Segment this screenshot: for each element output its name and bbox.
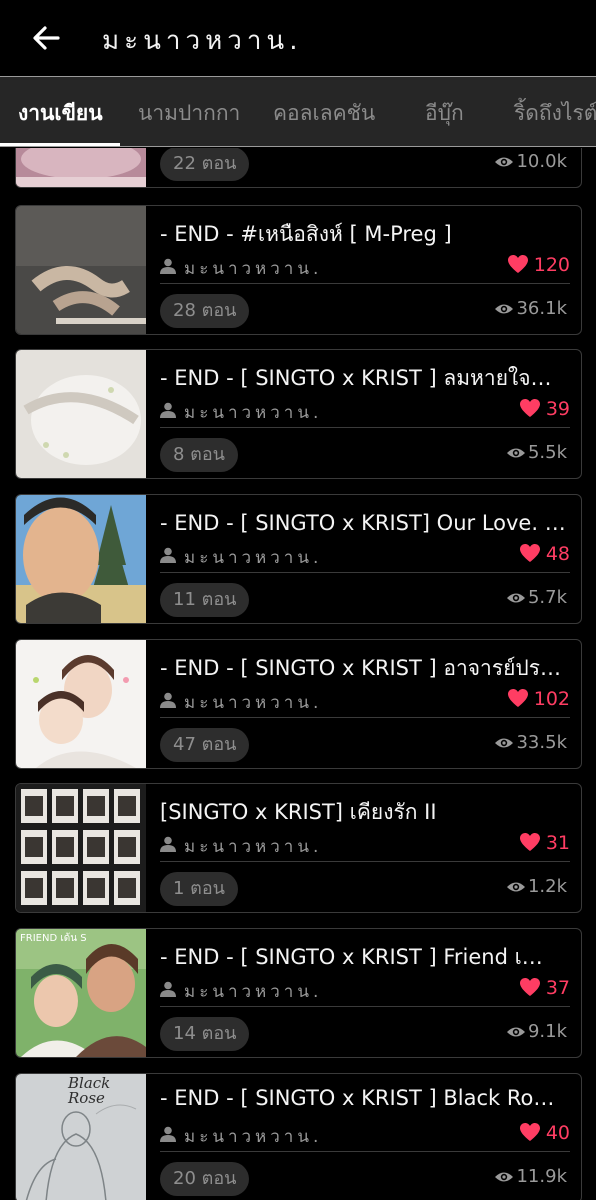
story-title[interactable]: - END - [ SINGTO x KRIST ] ลมหายใจ… <box>160 362 570 395</box>
author-row: มะนาวหวาน. 102 <box>160 688 570 718</box>
story-cover[interactable] <box>16 784 146 912</box>
top-bar: มะนาวหวาน. <box>0 0 596 76</box>
story-cover[interactable] <box>16 206 146 334</box>
story-title[interactable]: - END - [ SINGTO x KRIST ] Black Ro… <box>160 1086 570 1110</box>
user-icon <box>160 836 176 852</box>
like-count: 37 <box>519 977 570 999</box>
view-count: 11.9k <box>494 1166 567 1187</box>
view-count: 36.1k <box>494 298 567 319</box>
story-cover[interactable] <box>16 148 146 187</box>
heart-icon <box>507 255 528 273</box>
story-card[interactable]: - END - [ SINGTO x KRIST] Our Love. น้อ…… <box>15 494 582 624</box>
author-name[interactable]: มะนาวหวาน. <box>184 833 322 860</box>
story-card[interactable]: - END - [ SINGTO x KRIST ] อาจารย์ปราช… … <box>15 639 582 769</box>
view-count: 5.5k <box>506 442 567 463</box>
chapter-count: 47 ตอน <box>160 728 250 762</box>
author-row: มะนาวหวาน. 40 <box>160 1122 570 1152</box>
heart-icon <box>519 1123 540 1141</box>
chapter-count: 1 ตอน <box>160 872 238 906</box>
user-icon <box>160 547 176 563</box>
author-row: มะนาวหวาน. 37 <box>160 977 570 1007</box>
story-title[interactable]: - END - [ SINGTO x KRIST ] Friend เ… <box>160 941 570 974</box>
like-count: 39 <box>519 398 570 420</box>
author-name[interactable]: มะนาวหวาน. <box>184 689 322 716</box>
user-icon <box>160 402 176 418</box>
author-row: มะนาวหวาน. 120 <box>160 254 570 284</box>
view-count: 33.5k <box>494 732 567 753</box>
user-icon <box>160 258 176 274</box>
like-count: 48 <box>519 543 570 565</box>
story-card[interactable]: Black Rose - END - [ SINGTO x KRIST ] Bl… <box>15 1073 582 1200</box>
like-count: 40 <box>519 1122 570 1144</box>
story-card[interactable]: 22 ตอน 10.0k <box>15 148 582 188</box>
author-row: มะนาวหวาน. 39 <box>160 398 570 428</box>
chapter-count: 20 ตอน <box>160 1162 250 1196</box>
user-icon <box>160 692 176 708</box>
story-card[interactable]: [SINGTO x KRIST] เคียงรัก II มะนาวหวาน. … <box>15 783 582 913</box>
eye-icon <box>506 1027 525 1037</box>
author-name[interactable]: มะนาวหวาน. <box>184 978 322 1005</box>
user-icon <box>160 981 176 997</box>
story-title[interactable]: - END - [ SINGTO x KRIST] Our Love. น้อ… <box>160 507 570 540</box>
author-row: มะนาวหวาน. 48 <box>160 543 570 573</box>
heart-icon <box>519 399 540 417</box>
story-title[interactable]: - END - [ SINGTO x KRIST ] อาจารย์ปราช… <box>160 652 570 685</box>
chapter-count: 8 ตอน <box>160 438 238 472</box>
eye-icon <box>506 593 525 603</box>
view-count: 10.0k <box>494 151 567 172</box>
author-name[interactable]: มะนาวหวาน. <box>184 1123 322 1150</box>
story-card[interactable]: - END - #เหนือสิงห์ [ M-Preg ] มะนาวหวาน… <box>15 205 582 335</box>
eye-icon <box>506 882 525 892</box>
eye-icon <box>495 304 514 314</box>
author-name[interactable]: มะนาวหวาน. <box>184 399 322 426</box>
story-card[interactable]: FRIEND เด้น S - END - [ SINGTO x KRIST ]… <box>15 928 582 1058</box>
chapter-count: 28 ตอน <box>160 294 250 328</box>
author-row: มะนาวหวาน. 31 <box>160 832 570 862</box>
story-list[interactable]: 22 ตอน 10.0k - END - #เหนือสิงห์ [ M-Pre… <box>0 148 596 1200</box>
heart-icon <box>507 689 528 707</box>
tab-ebooks[interactable]: อีบุ๊ก <box>425 97 464 130</box>
tab-bar: งานเขียน นามปากกา คอลเลคชัน อีบุ๊ก ริ้ดถ… <box>0 76 596 147</box>
like-count: 120 <box>507 254 570 276</box>
chapter-count: 11 ตอน <box>160 583 250 617</box>
eye-icon <box>506 448 525 458</box>
like-count: 102 <box>507 688 570 710</box>
author-name[interactable]: มะนาวหวาน. <box>184 255 322 282</box>
active-tab-indicator <box>0 143 120 146</box>
eye-icon <box>495 738 514 748</box>
view-count: 9.1k <box>506 1021 567 1042</box>
story-title[interactable]: [SINGTO x KRIST] เคียงรัก II <box>160 796 570 829</box>
story-cover[interactable] <box>16 495 146 623</box>
view-count: 1.2k <box>506 876 567 897</box>
story-title[interactable]: - END - #เหนือสิงห์ [ M-Preg ] <box>160 218 570 251</box>
chapter-count: 14 ตอน <box>160 1017 250 1051</box>
arrow-left-icon[interactable] <box>30 22 62 54</box>
tab-reader-to-writer[interactable]: ริ้ดถึงไรต์ <box>514 97 596 130</box>
chapter-count: 22 ตอน <box>160 148 250 181</box>
heart-icon <box>519 544 540 562</box>
story-cover[interactable] <box>16 929 146 1057</box>
author-name[interactable]: มะนาวหวาน. <box>184 544 322 571</box>
view-count: 5.7k <box>506 587 567 608</box>
heart-icon <box>519 833 540 851</box>
tab-works[interactable]: งานเขียน <box>18 97 103 130</box>
eye-icon <box>495 1172 514 1182</box>
heart-icon <box>519 978 540 996</box>
cover-caption: FRIEND เด้น S <box>20 933 87 944</box>
story-card[interactable]: - END - [ SINGTO x KRIST ] ลมหายใจ… มะนา… <box>15 349 582 479</box>
like-count: 31 <box>519 832 570 854</box>
story-cover[interactable] <box>16 350 146 478</box>
page-title: มะนาวหวาน. <box>102 26 303 56</box>
tab-collections[interactable]: คอลเลคชัน <box>273 97 375 130</box>
user-icon <box>160 1126 176 1142</box>
story-cover[interactable] <box>16 640 146 768</box>
tab-pen-names[interactable]: นามปากกา <box>138 97 240 130</box>
eye-icon <box>495 157 514 167</box>
cover-caption: Black Rose <box>68 1074 111 1107</box>
